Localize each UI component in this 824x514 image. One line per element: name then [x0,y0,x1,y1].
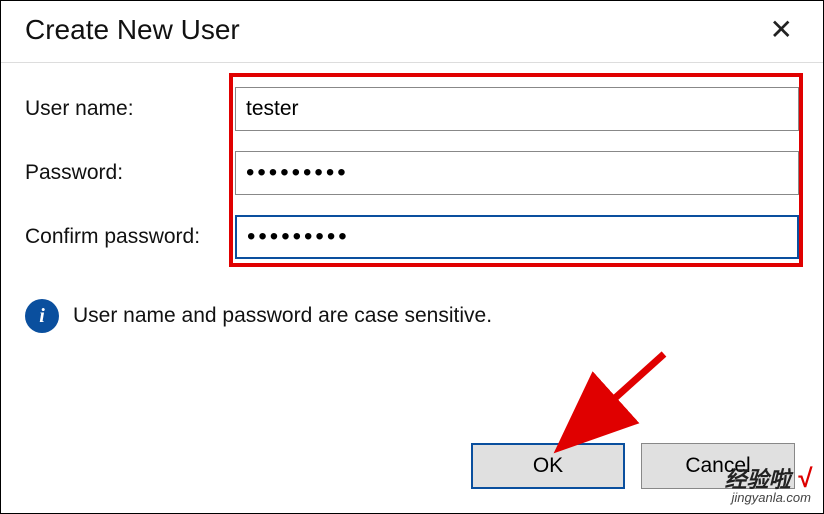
username-row: User name: [25,87,799,131]
info-text: User name and password are case sensitiv… [73,304,492,328]
cancel-button[interactable]: Cancel [641,443,795,489]
watermark-url: jingyanla.com [725,490,811,505]
username-input[interactable] [235,87,799,131]
info-row: i User name and password are case sensit… [1,279,823,333]
watermark-check-icon: √ [797,463,811,493]
dialog-title: Create New User [25,14,240,46]
info-icon: i [25,299,59,333]
confirm-password-label: Confirm password: [25,225,235,249]
password-label: Password: [25,161,235,185]
password-row: Password: [25,151,799,195]
close-icon: ✕ [770,14,793,45]
form-area: User name: Password: Confirm password: [1,63,823,259]
confirm-password-input[interactable] [235,215,799,259]
confirm-password-row: Confirm password: [25,215,799,259]
create-user-dialog: Create New User ✕ User name: Password: C… [0,0,824,514]
password-input[interactable] [235,151,799,195]
close-button[interactable]: ✕ [760,13,803,46]
username-label: User name: [25,97,235,121]
button-bar: OK Cancel [471,443,795,489]
title-bar: Create New User ✕ [1,1,823,63]
ok-button[interactable]: OK [471,443,625,489]
